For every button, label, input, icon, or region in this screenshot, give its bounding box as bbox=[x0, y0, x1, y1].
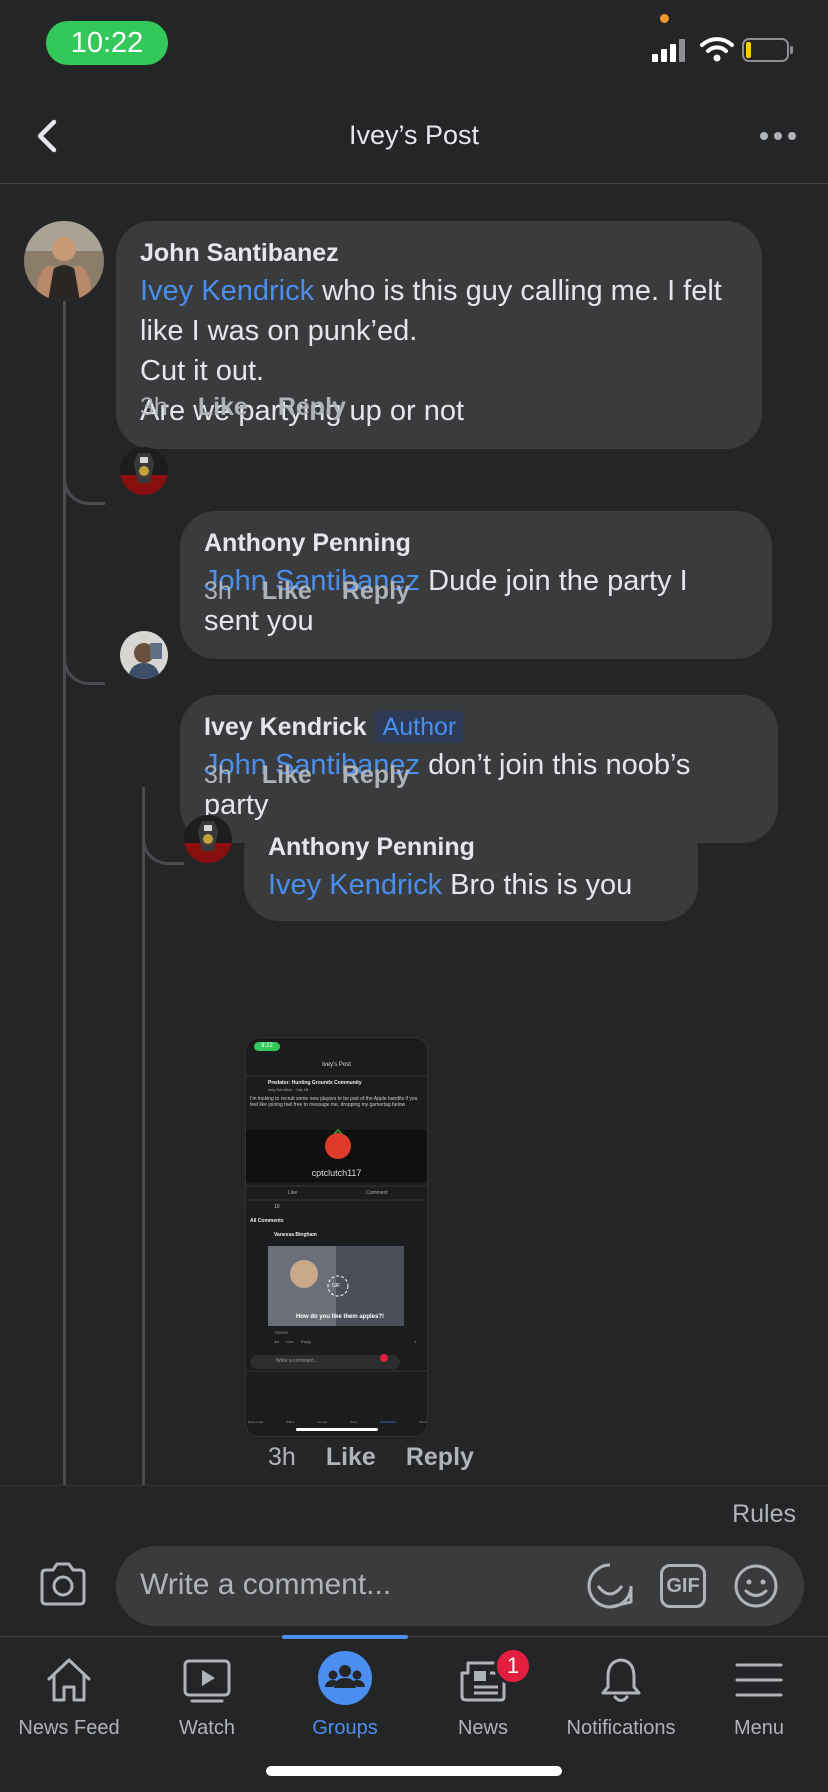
comment-input[interactable]: Write a comment... GIF bbox=[116, 1546, 804, 1626]
mention-link[interactable]: Ivey Kendrick bbox=[140, 275, 314, 307]
bell-icon bbox=[601, 1658, 641, 1702]
commenter-name[interactable]: Anthony Penning bbox=[204, 525, 748, 561]
user-photo-icon bbox=[120, 631, 168, 679]
thread-line bbox=[142, 787, 145, 1485]
reply-button[interactable]: Reply bbox=[278, 393, 346, 422]
reply-button[interactable]: Reply bbox=[342, 761, 410, 790]
thread-line bbox=[63, 270, 66, 1485]
comment-actions: 3h Like Reply bbox=[204, 761, 410, 790]
gif-button[interactable]: GIF bbox=[660, 1564, 706, 1608]
like-button[interactable]: Like bbox=[262, 761, 312, 790]
commenter-name[interactable]: Anthony Penning bbox=[268, 829, 674, 865]
privacy-indicator-dot bbox=[660, 14, 669, 23]
shot-body: I'm looking to recruit some new players … bbox=[250, 1096, 418, 1108]
tab-news[interactable]: 1 News bbox=[414, 1637, 552, 1757]
user-photo-icon bbox=[24, 221, 104, 301]
sticker-icon[interactable] bbox=[586, 1562, 634, 1610]
tab-label: Watch bbox=[179, 1717, 235, 1739]
emoji-icon[interactable] bbox=[732, 1562, 780, 1610]
comment-thread: John Santibanez Ivey Kendrick who is thi… bbox=[0, 185, 828, 1485]
shot-reaction-small: 1 bbox=[414, 1339, 417, 1344]
avatar[interactable] bbox=[184, 815, 232, 863]
menu-icon bbox=[735, 1663, 783, 1697]
avatar[interactable] bbox=[120, 447, 168, 495]
tab-news-feed[interactable]: News Feed bbox=[0, 1637, 138, 1757]
comment-placeholder: Write a comment... bbox=[140, 1568, 392, 1601]
attached-screenshot[interactable]: 9:22 Ivey's Post Predator: Hunting Groun… bbox=[245, 1037, 428, 1437]
comment-actions: 3h Like Reply bbox=[204, 577, 410, 606]
shot-group: Predator: Hunting Grounds Community bbox=[268, 1080, 362, 1086]
shot-comment: Comment bbox=[366, 1190, 388, 1196]
like-button[interactable]: Like bbox=[198, 393, 248, 422]
commenter-name[interactable]: Ivey Kendrick bbox=[204, 713, 367, 741]
avatar[interactable] bbox=[24, 221, 104, 301]
comment-actions: 3h Like Reply bbox=[268, 1443, 474, 1472]
shot-gif-caption: How do you like them apples?! bbox=[295, 1314, 384, 1320]
commenter-name-row: Ivey Kendrick Author bbox=[204, 709, 754, 745]
camera-icon[interactable] bbox=[38, 1562, 88, 1606]
shot-like: Like bbox=[288, 1190, 298, 1196]
shot-title: Ivey's Post bbox=[322, 1062, 351, 1068]
watch-icon bbox=[183, 1659, 231, 1703]
shot-time: 9:22 bbox=[261, 1043, 273, 1049]
like-button[interactable]: Like bbox=[326, 1443, 376, 1472]
shot-gif-source: TENOR bbox=[274, 1330, 288, 1335]
battery-icon bbox=[742, 38, 793, 62]
tab-menu[interactable]: Menu bbox=[690, 1637, 828, 1757]
cellular-signal-icon bbox=[652, 39, 685, 62]
comment-text: Ivey Kendrick Bro this is you bbox=[268, 869, 633, 901]
comment-time: 3h bbox=[140, 393, 168, 421]
comment-bubble[interactable]: Anthony Penning Ivey Kendrick Bro this i… bbox=[244, 815, 698, 921]
thread-branch bbox=[142, 825, 184, 865]
reply-button[interactable]: Reply bbox=[406, 1443, 474, 1472]
wifi-icon bbox=[700, 37, 734, 62]
shot-tabbar: News Feed Watch Groups News Notification… bbox=[248, 1420, 427, 1424]
shot-gamertag: cptclutch117 bbox=[311, 1168, 362, 1178]
reply-button[interactable]: Reply bbox=[342, 577, 410, 606]
shot-commenter: Vanessa Bingham bbox=[274, 1232, 317, 1238]
shot-reaction-count: 10 bbox=[274, 1204, 280, 1210]
shot-gif-label: GIF bbox=[332, 1283, 341, 1289]
like-button[interactable]: Like bbox=[262, 577, 312, 606]
comment-time: 3h bbox=[268, 1443, 296, 1471]
commenter-name[interactable]: John Santibanez bbox=[140, 235, 738, 271]
thread-branch bbox=[63, 645, 105, 685]
tab-watch[interactable]: Watch bbox=[138, 1637, 276, 1757]
avatar[interactable] bbox=[120, 631, 168, 679]
more-options-icon[interactable] bbox=[758, 122, 798, 150]
thread-branch bbox=[63, 465, 105, 505]
mention-link[interactable]: Ivey Kendrick bbox=[268, 869, 442, 901]
comment-composer: Rules Write a comment... GIF bbox=[0, 1485, 828, 1635]
shot-all-comments: All Comments bbox=[250, 1218, 284, 1224]
user-photo-icon bbox=[184, 815, 232, 863]
notification-badge: 1 bbox=[494, 1647, 532, 1685]
post-header: Ivey’s Post bbox=[0, 90, 828, 184]
tab-groups[interactable]: Groups bbox=[276, 1637, 414, 1757]
tab-label: News Feed bbox=[18, 1717, 120, 1739]
tab-label: Groups bbox=[312, 1717, 378, 1739]
status-time: 10:22 bbox=[46, 21, 168, 65]
rules-link[interactable]: Rules bbox=[732, 1500, 796, 1529]
groups-icon bbox=[318, 1651, 372, 1705]
shot-byline: Ivey Kendrick · July 18 · bbox=[268, 1087, 311, 1092]
shot-placeholder: Write a comment... bbox=[276, 1358, 318, 1364]
tab-label: Notifications bbox=[566, 1717, 676, 1739]
home-icon bbox=[47, 1658, 91, 1702]
page-title: Ivey’s Post bbox=[348, 120, 480, 150]
tab-notifications[interactable]: Notifications bbox=[552, 1637, 690, 1757]
author-badge: Author bbox=[374, 711, 465, 743]
comment-time: 3h bbox=[204, 577, 232, 605]
shot-comment-meta: 4w Like Reply bbox=[274, 1339, 311, 1344]
comment-actions: 3h Like Reply bbox=[140, 393, 346, 422]
user-photo-icon bbox=[120, 447, 168, 495]
status-bar: 10:22 bbox=[0, 0, 828, 90]
home-indicator[interactable] bbox=[266, 1766, 562, 1776]
comment-time: 3h bbox=[204, 761, 232, 789]
tab-label: Menu bbox=[733, 1717, 785, 1739]
tab-label: News bbox=[457, 1717, 508, 1739]
